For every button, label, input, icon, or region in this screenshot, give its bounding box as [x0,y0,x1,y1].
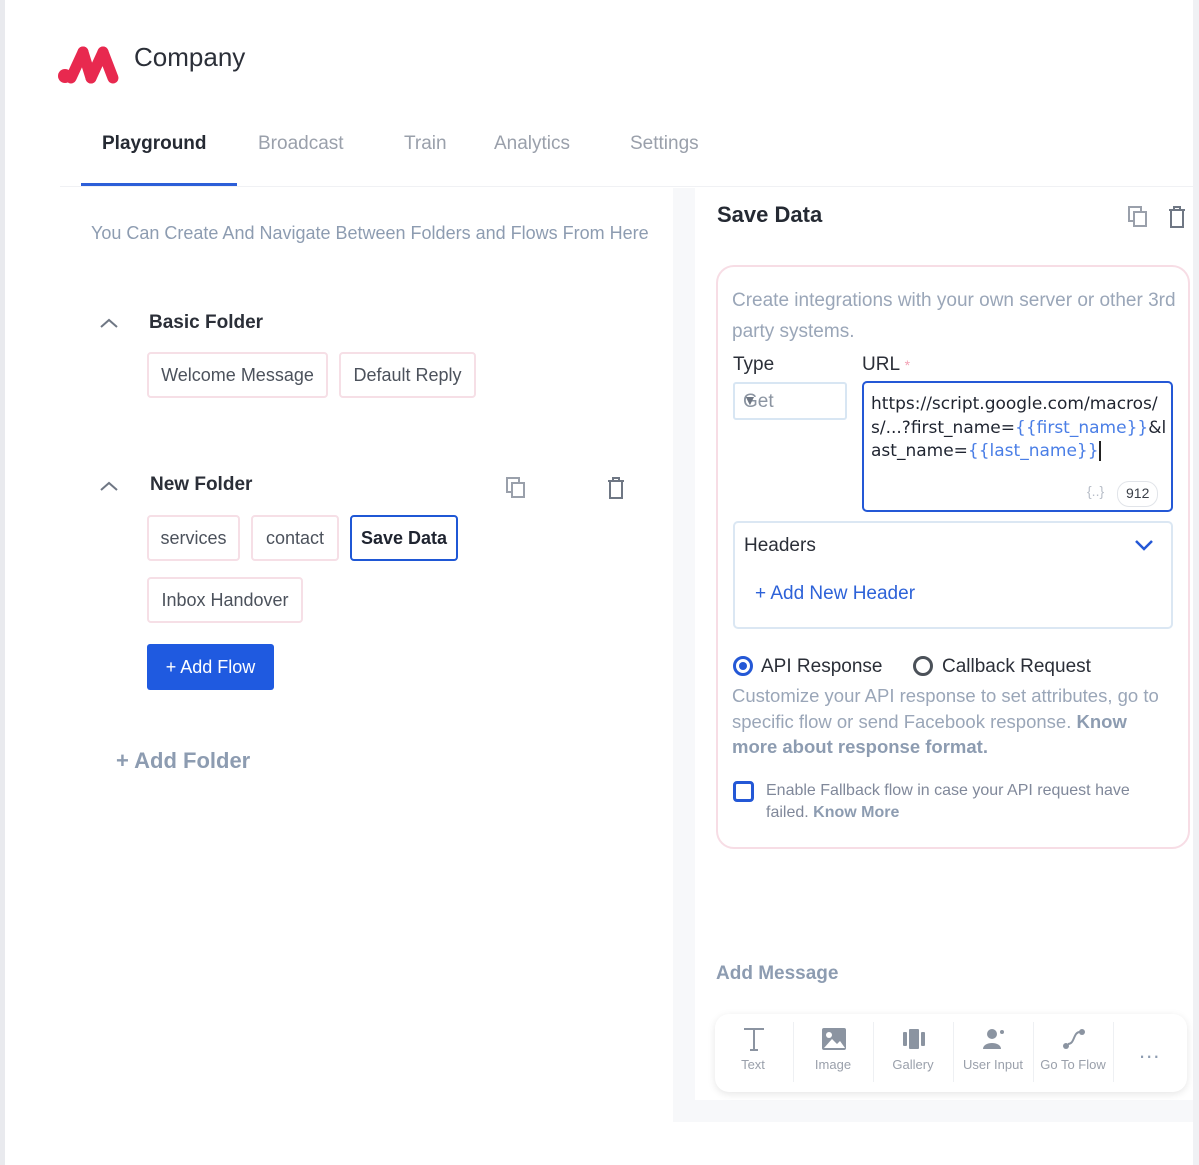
dropdown-caret-icon: ▼ [743,392,757,408]
fallback-know-more-link[interactable]: Know More [813,804,899,821]
add-message-title: Add Message [716,963,839,984]
url-variable-last-name: {{last_name}} [967,441,1099,461]
panel-title: Save Data [717,202,823,227]
headers-chevron-down-icon[interactable] [1133,538,1155,552]
tab-playground[interactable]: Playground [102,133,207,155]
copy-flow-icon[interactable] [1127,205,1149,229]
user-input-icon [983,1029,1004,1049]
character-count-badge: 912 [1117,481,1159,507]
collapse-new-folder-chevron-up-icon[interactable] [98,479,120,493]
flow-chip-save-data[interactable]: Save Data [350,515,458,561]
active-tab-indicator [81,183,237,186]
add-flow-button[interactable]: + Add Flow [147,644,274,690]
folders-hint: You Can Create And Navigate Between Fold… [91,223,649,243]
message-type-go-to-flow[interactable]: Go To Flow [1034,1020,1112,1086]
flow-chip-services[interactable]: services [147,515,240,561]
separator [1113,1022,1114,1082]
delete-folder-trash-icon[interactable] [606,476,626,500]
company-name: Company [134,42,246,72]
main-tabs: Playground Broadcast Train Analytics Set… [60,128,1193,187]
method-select[interactable]: Get ▼ [733,382,847,420]
flow-chip-inbox-handover[interactable]: Inbox Handover [147,577,303,623]
flow-chip-default-reply[interactable]: Default Reply [339,352,476,398]
text-icon [744,1028,764,1051]
go-to-flow-icon [1063,1029,1085,1049]
message-type-user-input[interactable]: User Input [954,1020,1032,1086]
tab-train[interactable]: Train [404,133,447,155]
gallery-icon [903,1029,925,1049]
message-type-user-input-label: User Input [963,1057,1023,1072]
integration-description: Create integrations with your own server… [732,290,1176,342]
url-label: URL * [862,354,910,376]
folder-title-new: New Folder [150,474,253,495]
tab-analytics[interactable]: Analytics [494,133,570,155]
right-frame [1193,0,1199,1165]
required-asterisk: * [904,357,911,373]
text-cursor [1098,441,1101,461]
callback-request-label[interactable]: Callback Request [942,656,1091,678]
api-response-label[interactable]: API Response [761,656,882,678]
company-logo-icon [58,46,119,84]
image-icon [822,1028,846,1050]
message-type-gallery[interactable]: Gallery [874,1020,952,1086]
left-frame [0,0,5,1165]
message-type-image-label: Image [814,1057,852,1072]
flow-chip-welcome-message[interactable]: Welcome Message [147,352,328,398]
tab-broadcast[interactable]: Broadcast [258,133,344,155]
response-description: Customize your API response to set attri… [732,683,1177,760]
fallback-checkbox[interactable] [733,781,754,802]
delete-flow-trash-icon[interactable] [1167,205,1187,229]
url-input-value: https://script.google.com/macros/s/...?f… [871,393,1171,464]
add-folder-button[interactable]: + Add Folder [116,748,250,774]
message-type-text[interactable]: Text [714,1020,792,1086]
api-response-radio[interactable] [733,656,753,676]
flow-chip-contact[interactable]: contact [251,515,339,561]
copy-folder-icon[interactable] [505,476,527,500]
message-type-text-label: Text [741,1057,765,1072]
message-type-go-to-flow-label: Go To Flow [1040,1057,1106,1072]
insert-variable-button[interactable]: {..} [1087,483,1104,499]
url-variable-first-name: {{first_name}} [1015,417,1149,438]
more-message-types-button[interactable]: ... [1139,1038,1160,1064]
message-type-gallery-label: Gallery [892,1057,934,1072]
headers-title: Headers [744,535,816,556]
type-label: Type [733,354,775,375]
message-type-image[interactable]: Image [794,1020,872,1086]
collapse-basic-folder-chevron-up-icon[interactable] [98,316,120,330]
callback-request-radio[interactable] [913,656,933,676]
tab-settings[interactable]: Settings [630,133,699,155]
url-label-text: URL [862,354,900,375]
fallback-description: Enable Fallback flow in case your API re… [766,780,1166,824]
add-new-header-link[interactable]: + Add New Header [755,583,915,605]
folder-title-basic: Basic Folder [149,312,264,333]
